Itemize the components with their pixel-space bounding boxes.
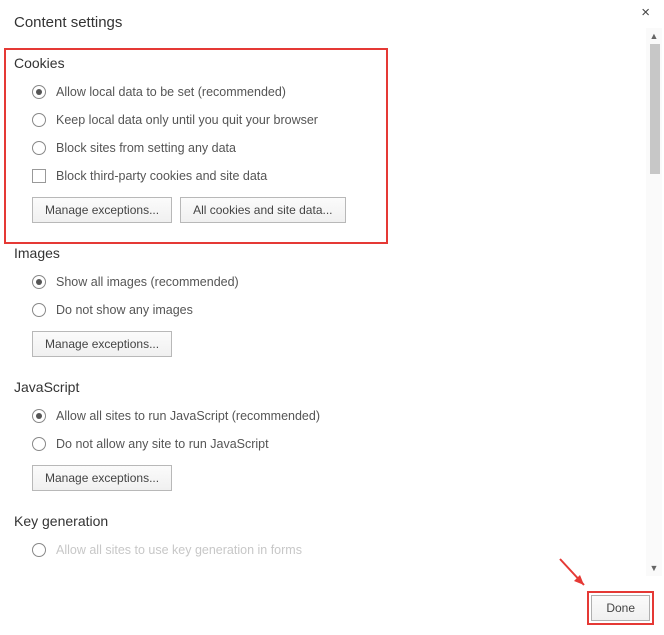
option-label: Allow all sites to use key generation in… [56,543,302,557]
section-heading: Key generation [14,513,622,529]
done-button[interactable]: Done [591,595,650,621]
scroll-area: Content settings Cookies Allow local dat… [0,0,640,580]
radio-option-images-block[interactable]: Do not show any images [32,303,622,317]
radio-icon [32,437,46,451]
option-label: Allow local data to be set (recommended) [56,85,286,99]
radio-icon [32,543,46,557]
section-heading: Images [14,245,622,261]
radio-option-cookie-block[interactable]: Block sites from setting any data [32,141,622,155]
section-images: Images Show all images (recommended) Do … [14,245,622,357]
section-javascript: JavaScript Allow all sites to run JavaSc… [14,379,622,491]
section-cookies: Cookies Allow local data to be set (reco… [14,55,622,223]
annotation-highlight-done: Done [587,591,654,625]
dialog-title: Content settings [14,14,622,31]
radio-option-js-block[interactable]: Do not allow any site to run JavaScript [32,437,622,451]
radio-option-cookie-allow[interactable]: Allow local data to be set (recommended) [32,85,622,99]
section-keygen: Key generation Allow all sites to use ke… [14,513,622,557]
radio-icon [32,85,46,99]
scrollbar-thumb[interactable] [650,44,660,174]
radio-option-keygen-allow[interactable]: Allow all sites to use key generation in… [32,543,622,557]
option-label: Allow all sites to run JavaScript (recom… [56,409,320,423]
checkbox-block-third-party[interactable]: Block third-party cookies and site data [32,169,622,183]
option-label: Block third-party cookies and site data [56,169,267,183]
radio-icon [32,409,46,423]
radio-icon [32,303,46,317]
manage-exceptions-button[interactable]: Manage exceptions... [32,331,172,357]
option-label: Block sites from setting any data [56,141,236,155]
checkbox-icon [32,169,46,183]
radio-option-cookie-session[interactable]: Keep local data only until you quit your… [32,113,622,127]
section-heading: Cookies [14,55,622,71]
radio-option-js-allow[interactable]: Allow all sites to run JavaScript (recom… [32,409,622,423]
all-cookies-button[interactable]: All cookies and site data... [180,197,345,223]
option-label: Do not allow any site to run JavaScript [56,437,269,451]
option-label: Keep local data only until you quit your… [56,113,318,127]
scroll-down-icon[interactable]: ▼ [648,562,660,574]
radio-icon [32,275,46,289]
radio-option-images-show[interactable]: Show all images (recommended) [32,275,622,289]
section-heading: JavaScript [14,379,622,395]
manage-exceptions-button[interactable]: Manage exceptions... [32,197,172,223]
close-icon[interactable]: × [641,4,650,21]
option-label: Show all images (recommended) [56,275,239,289]
option-label: Do not show any images [56,303,193,317]
manage-exceptions-button[interactable]: Manage exceptions... [32,465,172,491]
scroll-up-icon[interactable]: ▲ [648,30,660,42]
content-settings-dialog: × Content settings Cookies Allow local d… [0,0,664,635]
radio-icon [32,113,46,127]
radio-icon [32,141,46,155]
